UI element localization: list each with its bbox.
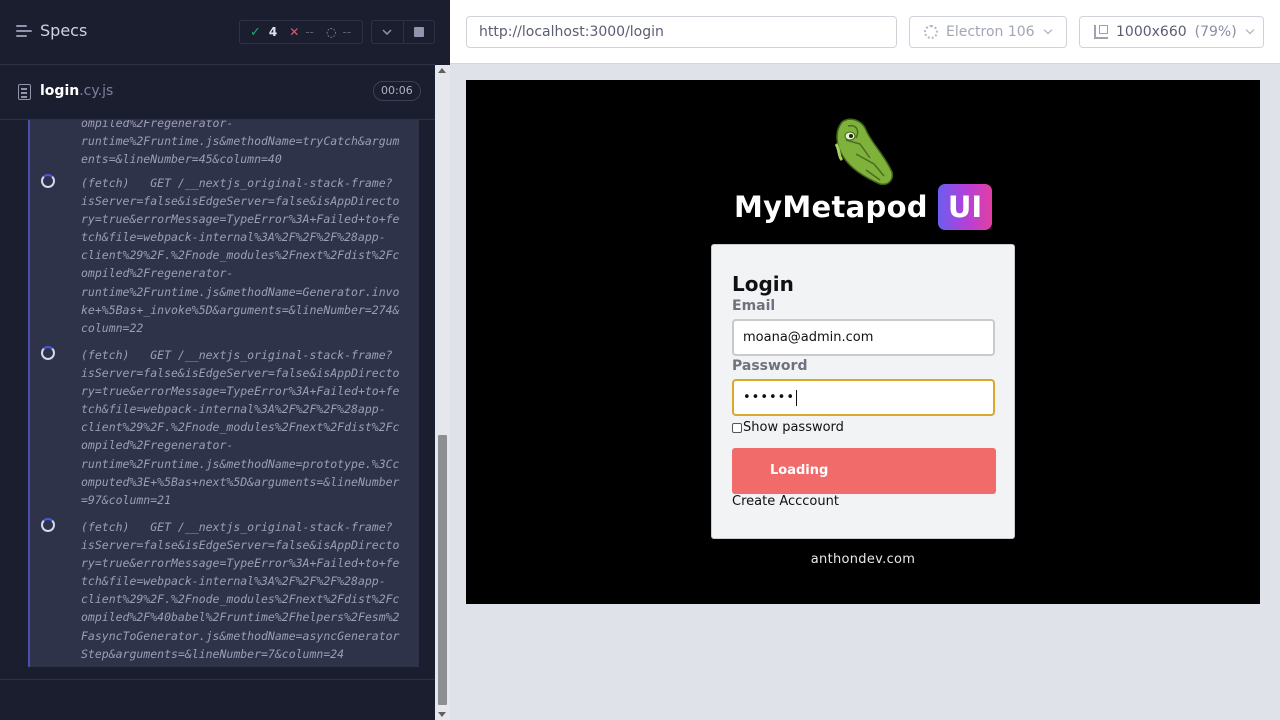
file-icon [18, 84, 31, 100]
loading-spinner-icon [41, 518, 55, 532]
loading-spinner-icon [41, 346, 55, 360]
browser-selector[interactable]: Electron 106 [909, 16, 1067, 48]
browser-label: Electron 106 [946, 24, 1035, 40]
ruler-icon [1094, 25, 1108, 39]
scrollbar-thumb[interactable] [438, 435, 447, 705]
metapod-logo [834, 118, 894, 186]
password-field[interactable]: •••••• [732, 379, 995, 416]
url-bar[interactable]: http://localhost:3000/login [466, 16, 897, 48]
chevron-down-icon [382, 29, 393, 35]
test-reporter-panel: Specs ✓ 4 ✕ -- ◌ -- login.cy.js 00:06 ompil… [0, 0, 450, 720]
run-controls [371, 20, 435, 44]
cross-icon: ✕ [289, 25, 300, 39]
log-entry-text: ompiled%2Fregenerator- runtime%2Fruntime… [81, 120, 400, 167]
stop-icon [413, 27, 424, 37]
app-under-test-panel: http://localhost:3000/login Electron 106… [450, 0, 1280, 720]
pending-value: -- [342, 25, 352, 39]
reporter-header: Specs ✓ 4 ✕ -- ◌ -- [0, 0, 435, 65]
footer-link[interactable]: anthondev.com [466, 552, 1260, 567]
check-icon: ✓ [250, 24, 261, 40]
spec-duration: 00:06 [373, 81, 421, 101]
password-label: Password [732, 358, 808, 374]
chevron-down-button[interactable] [372, 21, 403, 43]
electron-icon [924, 25, 938, 39]
failed-value: -- [305, 25, 314, 39]
spec-file-name[interactable]: login.cy.js [40, 83, 113, 99]
show-password-toggle[interactable]: Show password [732, 420, 844, 435]
show-password-checkbox[interactable] [732, 422, 742, 433]
loading-spinner-icon [41, 174, 55, 188]
log-entry-text[interactable]: (fetch) GET /__nextjs_original-stack-fra… [81, 518, 417, 663]
login-card: Login Email moana@admin.com Password •••… [711, 244, 1015, 539]
login-title: Login [732, 272, 794, 296]
create-account-link[interactable]: Create Acccount [732, 494, 839, 509]
reporter-scrollbar[interactable] [435, 65, 450, 720]
scroll-down-icon[interactable] [438, 712, 446, 717]
spinner-icon: ◌ [326, 25, 337, 39]
login-submit-button[interactable]: Loading [732, 448, 996, 494]
specs-list-icon [16, 24, 32, 38]
failed-count: ✕ -- [289, 25, 314, 39]
app-iframe: MyMetapod UI Login Email moana@admin.com… [466, 80, 1260, 604]
email-label: Email [732, 298, 776, 314]
passed-count: ✓ 4 [250, 25, 277, 40]
specs-label: Specs [40, 21, 88, 40]
stop-button[interactable] [402, 21, 434, 43]
brand: MyMetapod UI [734, 184, 993, 230]
viewport-selector[interactable]: 1000x660 (79%) [1079, 16, 1264, 48]
password-mask: •••••• [743, 390, 796, 405]
specs-toggle[interactable]: Specs [16, 21, 87, 40]
pending-count: ◌ -- [326, 25, 351, 39]
spec-header: login.cy.js 00:06 [0, 65, 435, 120]
show-password-label: Show password [743, 420, 844, 435]
text-caret [796, 389, 798, 406]
log-entry-text[interactable]: (fetch) GET /__nextjs_original-stack-fra… [81, 174, 417, 337]
brand-name: MyMetapod [734, 190, 928, 224]
email-field[interactable]: moana@admin.com [732, 319, 995, 356]
passed-value: 4 [268, 25, 278, 39]
test-stats: ✓ 4 ✕ -- ◌ -- [239, 20, 363, 44]
chevron-down-icon [1245, 25, 1254, 35]
chevron-down-icon [1043, 25, 1052, 35]
scroll-up-icon[interactable] [438, 68, 446, 73]
viewport-size: 1000x660 [1116, 24, 1187, 40]
spec-name: login [40, 83, 80, 99]
spec-extension: .cy.js [79, 83, 114, 99]
viewport-zoom: (79%) [1194, 24, 1237, 40]
aut-toolbar: http://localhost:3000/login Electron 106… [450, 0, 1280, 64]
reporter-footer [0, 679, 435, 720]
brand-badge: UI [937, 184, 993, 230]
command-log[interactable]: ompiled%2Fregenerator- runtime%2Fruntime… [28, 120, 419, 667]
log-entry-text[interactable]: (fetch) GET /__nextjs_original-stack-fra… [81, 346, 417, 509]
